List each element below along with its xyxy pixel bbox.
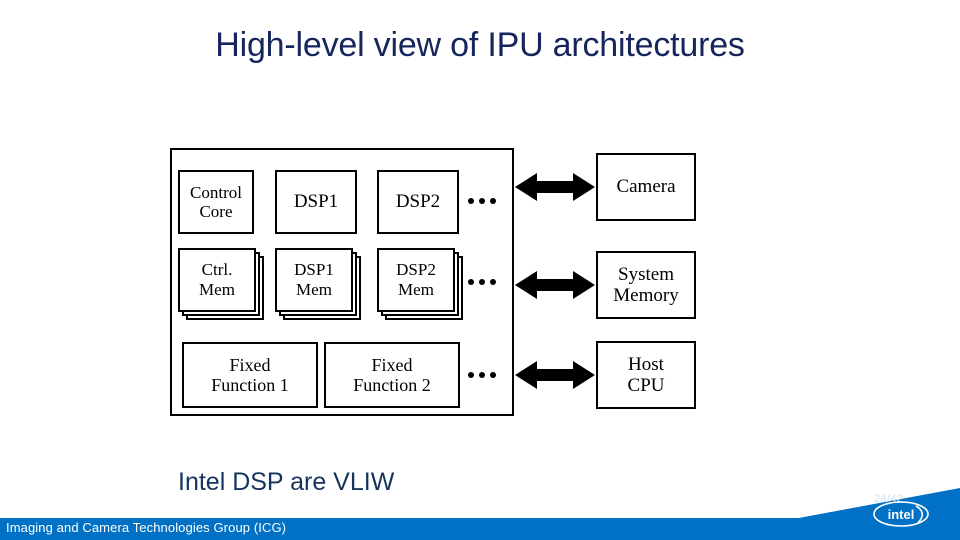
block-system-memory-line1: System: [618, 263, 674, 285]
block-dsp1-mem-stack: DSP1 Mem: [275, 248, 361, 320]
footer-group-label: Imaging and Camera Technologies Group (I…: [6, 520, 287, 535]
block-ctrl-mem-line2: Mem: [199, 280, 235, 299]
ellipsis-compute-row: [468, 198, 496, 204]
block-camera-label: Camera: [616, 176, 676, 198]
double-arrow-icon-system-memory: [515, 268, 595, 302]
block-dsp1-mem-line2: Mem: [296, 280, 332, 299]
block-fixed-function-2: Fixed Function 2: [324, 342, 460, 408]
ellipsis-dot: [468, 198, 474, 204]
block-dsp1-label: DSP1: [293, 191, 339, 213]
caption-text: Intel DSP are VLIW: [178, 468, 395, 496]
block-dsp2: DSP2: [377, 170, 459, 234]
block-control-core: Control Core: [178, 170, 254, 234]
ellipsis-dot: [479, 372, 485, 378]
block-camera: Camera: [596, 153, 696, 221]
ellipsis-dot: [468, 372, 474, 378]
block-host-cpu: Host CPU: [596, 341, 696, 409]
block-fixed-function-2-line2: Function 2: [353, 375, 431, 395]
block-ctrl-mem-line1: Ctrl.: [201, 260, 233, 280]
block-dsp2-mem-line1: DSP2: [396, 260, 436, 280]
double-arrow-icon-host-cpu: [515, 358, 595, 392]
ellipsis-dot: [468, 279, 474, 285]
block-system-memory: System Memory: [596, 251, 696, 319]
intel-logo: intel: [872, 500, 930, 530]
block-dsp1-mem: DSP1 Mem: [275, 248, 353, 312]
ellipsis-dot: [490, 198, 496, 204]
block-host-cpu-line2: CPU: [627, 375, 665, 396]
ellipsis-dot: [490, 279, 496, 285]
ipu-architecture-block-diagram: Control Core DSP1 DSP2 Ctrl. Mem DSP1 Me…: [0, 0, 960, 540]
svg-text:intel: intel: [888, 507, 915, 522]
footer-wedge-decoration: [760, 488, 960, 520]
block-control-core-line1: Control: [190, 182, 242, 202]
block-fixed-function-1: Fixed Function 1: [182, 342, 318, 408]
block-host-cpu-line1: Host: [628, 353, 664, 375]
block-dsp1-mem-line1: DSP1: [294, 260, 334, 280]
block-control-core-line2: Core: [199, 202, 233, 221]
ellipsis-fixed-function-row: [468, 372, 496, 378]
block-fixed-function-1-line1: Fixed: [229, 354, 271, 375]
block-fixed-function-2-line1: Fixed: [371, 354, 413, 375]
block-dsp2-mem-line2: Mem: [398, 280, 434, 299]
block-dsp2-label: DSP2: [395, 191, 441, 213]
ellipsis-dot: [490, 372, 496, 378]
block-dsp2-mem-stack: DSP2 Mem: [377, 248, 463, 320]
block-fixed-function-1-line2: Function 1: [211, 375, 289, 395]
ellipsis-memory-row: [468, 279, 496, 285]
double-arrow-icon-camera: [515, 170, 595, 204]
ellipsis-dot: [479, 279, 485, 285]
block-ctrl-mem: Ctrl. Mem: [178, 248, 256, 312]
ellipsis-dot: [479, 198, 485, 204]
block-dsp2-mem: DSP2 Mem: [377, 248, 455, 312]
block-dsp1: DSP1: [275, 170, 357, 234]
block-system-memory-line2: Memory: [613, 285, 679, 306]
block-ctrl-mem-stack: Ctrl. Mem: [178, 248, 264, 320]
